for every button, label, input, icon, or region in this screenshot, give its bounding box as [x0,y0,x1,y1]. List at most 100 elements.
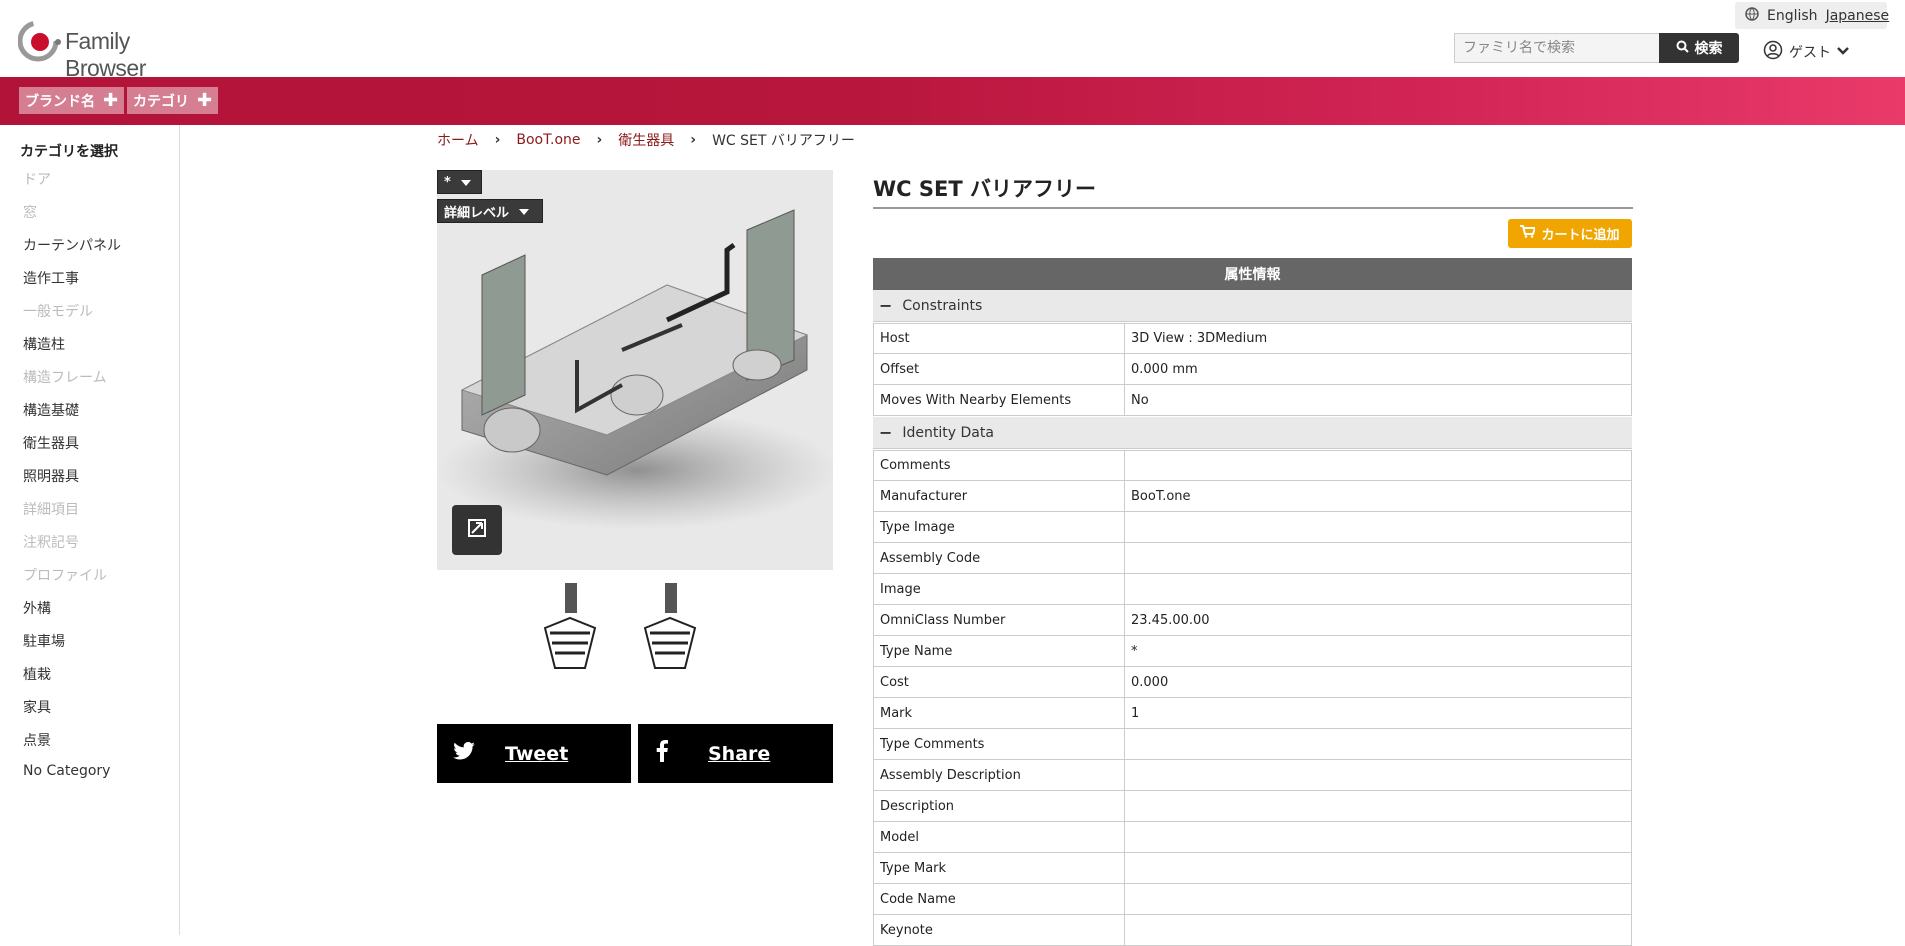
property-value [1125,760,1631,790]
group-label: Constraints [902,297,983,314]
breadcrumb-home[interactable]: ホーム [437,130,479,150]
plus-icon: ✚ [103,89,119,111]
chevron-right-icon: › [494,132,501,148]
sidebar-item[interactable]: No Category [23,763,110,779]
sidebar-item[interactable]: 造作工事 [23,268,79,288]
breadcrumb-brand[interactable]: BooT.one [516,132,580,148]
user-menu[interactable]: ゲスト [1763,40,1849,64]
property-row: Image [873,574,1632,605]
property-name: Comments [874,451,1125,480]
sidebar-item: プロファイル [23,568,107,584]
property-value [1125,884,1631,914]
sidebar-item[interactable]: 植栽 [23,664,51,684]
property-name: Image [874,574,1125,604]
property-row: Type Mark [873,853,1632,884]
sidebar-item[interactable]: 衛生器具 [23,433,79,453]
property-row: Assembly Code [873,543,1632,574]
user-label: ゲスト [1789,45,1831,61]
caret-down-icon [460,175,471,190]
property-name: OmniClass Number [874,605,1125,635]
title-divider [873,207,1633,209]
property-value [1125,512,1631,542]
property-row: Comments [873,450,1632,481]
group-constraints[interactable]: − Constraints [873,290,1632,322]
thumbnail-strip [540,578,710,673]
globe-icon [1745,6,1759,25]
sidebar-item[interactable]: 構造柱 [23,334,65,354]
brand-filter-button[interactable]: ブランド名 ✚ [19,87,125,114]
property-name: Type Name [874,636,1125,666]
detail-level-label: 詳細レベル [444,205,510,221]
category-sidebar: カテゴリを選択 ドア窓カーテンパネル 造作工事 一般モデル 構造柱 構造フレーム 構造基礎… [0,125,180,935]
sidebar-item[interactable]: 家具 [23,697,51,717]
sidebar-item: 注釈記号 [23,535,79,551]
property-name: Cost [874,667,1125,697]
lang-japanese[interactable]: Japanese [1826,8,1890,24]
property-name: Assembly Code [874,543,1125,573]
cart-icon [1520,225,1537,242]
sidebar-title: カテゴリを選択 [20,144,118,160]
chevron-down-icon [1837,44,1849,60]
plus-icon: ✚ [197,89,213,111]
property-value [1125,791,1631,821]
property-row: Offset 0.000 mm [873,354,1632,385]
facebook-icon [656,740,668,767]
property-value: BooT.one [1131,488,1191,504]
logo-text: Family Browser [65,28,146,81]
header: Family Browser English Japanese 検索 ゲスト [0,0,1905,81]
user-avatar-icon [1763,40,1783,64]
thumbnail-1[interactable] [540,578,600,673]
tweet-button[interactable]: Tweet [437,724,631,783]
model-viewer[interactable]: * 詳細レベル [437,170,833,570]
breadcrumb-category[interactable]: 衛生器具 [618,130,674,150]
sidebar-item[interactable]: 点景 [23,730,51,750]
property-name: Type Mark [874,853,1125,883]
fullscreen-button[interactable] [452,505,502,555]
search-button[interactable]: 検索 [1659,33,1739,63]
property-row: Manufacturer BooT.one [873,481,1632,512]
sidebar-item[interactable]: 外構 [23,598,51,618]
detail-level-select[interactable]: 詳細レベル [437,199,543,223]
property-row: Code Name [873,884,1632,915]
property-name: Manufacturer [874,481,1125,511]
property-name: Code Name [874,884,1125,914]
property-name: Moves With Nearby Elements [874,385,1125,415]
site-logo[interactable]: Family Browser [18,18,203,81]
twitter-icon [453,741,475,765]
category-filter-button[interactable]: カテゴリ ✚ [127,87,219,114]
type-select[interactable]: * [437,170,482,194]
property-row: Type Name * [873,636,1632,667]
breadcrumb: ホーム › BooT.one › 衛生器具 › WC SET バリアフリー [437,130,855,150]
sidebar-item: 一般モデル [23,304,93,320]
facebook-share-button[interactable]: Share [638,724,833,783]
group-label: Identity Data [902,424,994,441]
chevron-right-icon: › [596,132,603,148]
property-row: Description [873,791,1632,822]
property-value: 0.000 [1131,674,1169,690]
add-to-cart-button[interactable]: カートに追加 [1508,219,1632,248]
group-identity-data[interactable]: − Identity Data [873,417,1632,449]
tweet-label: Tweet [505,742,569,765]
search-input[interactable] [1454,33,1659,63]
category-filter-label: カテゴリ [133,93,189,110]
brand-filter-label: ブランド名 [25,93,95,110]
sidebar-item[interactable]: 駐車場 [23,631,65,651]
fullscreen-icon [468,519,486,541]
share-label: Share [708,742,771,765]
property-value: * [1131,643,1138,659]
search-icon [1676,40,1689,57]
sidebar-item[interactable]: 照明器具 [23,466,79,486]
property-value: 0.000 mm [1131,361,1198,377]
thumbnail-2[interactable] [640,578,700,673]
sidebar-item[interactable]: 構造基礎 [23,400,79,420]
sidebar-item[interactable]: カーテンパネル [23,235,121,255]
property-name: Model [874,822,1125,852]
property-value: 1 [1131,705,1140,721]
property-row: Assembly Description [873,760,1632,791]
property-value [1125,853,1631,883]
search-button-label: 検索 [1694,41,1723,57]
sidebar-item: 詳細項目 [23,502,79,518]
property-value: 3D View : 3DMedium [1131,331,1268,346]
property-name: Description [874,791,1125,821]
lang-english[interactable]: English [1767,8,1818,24]
